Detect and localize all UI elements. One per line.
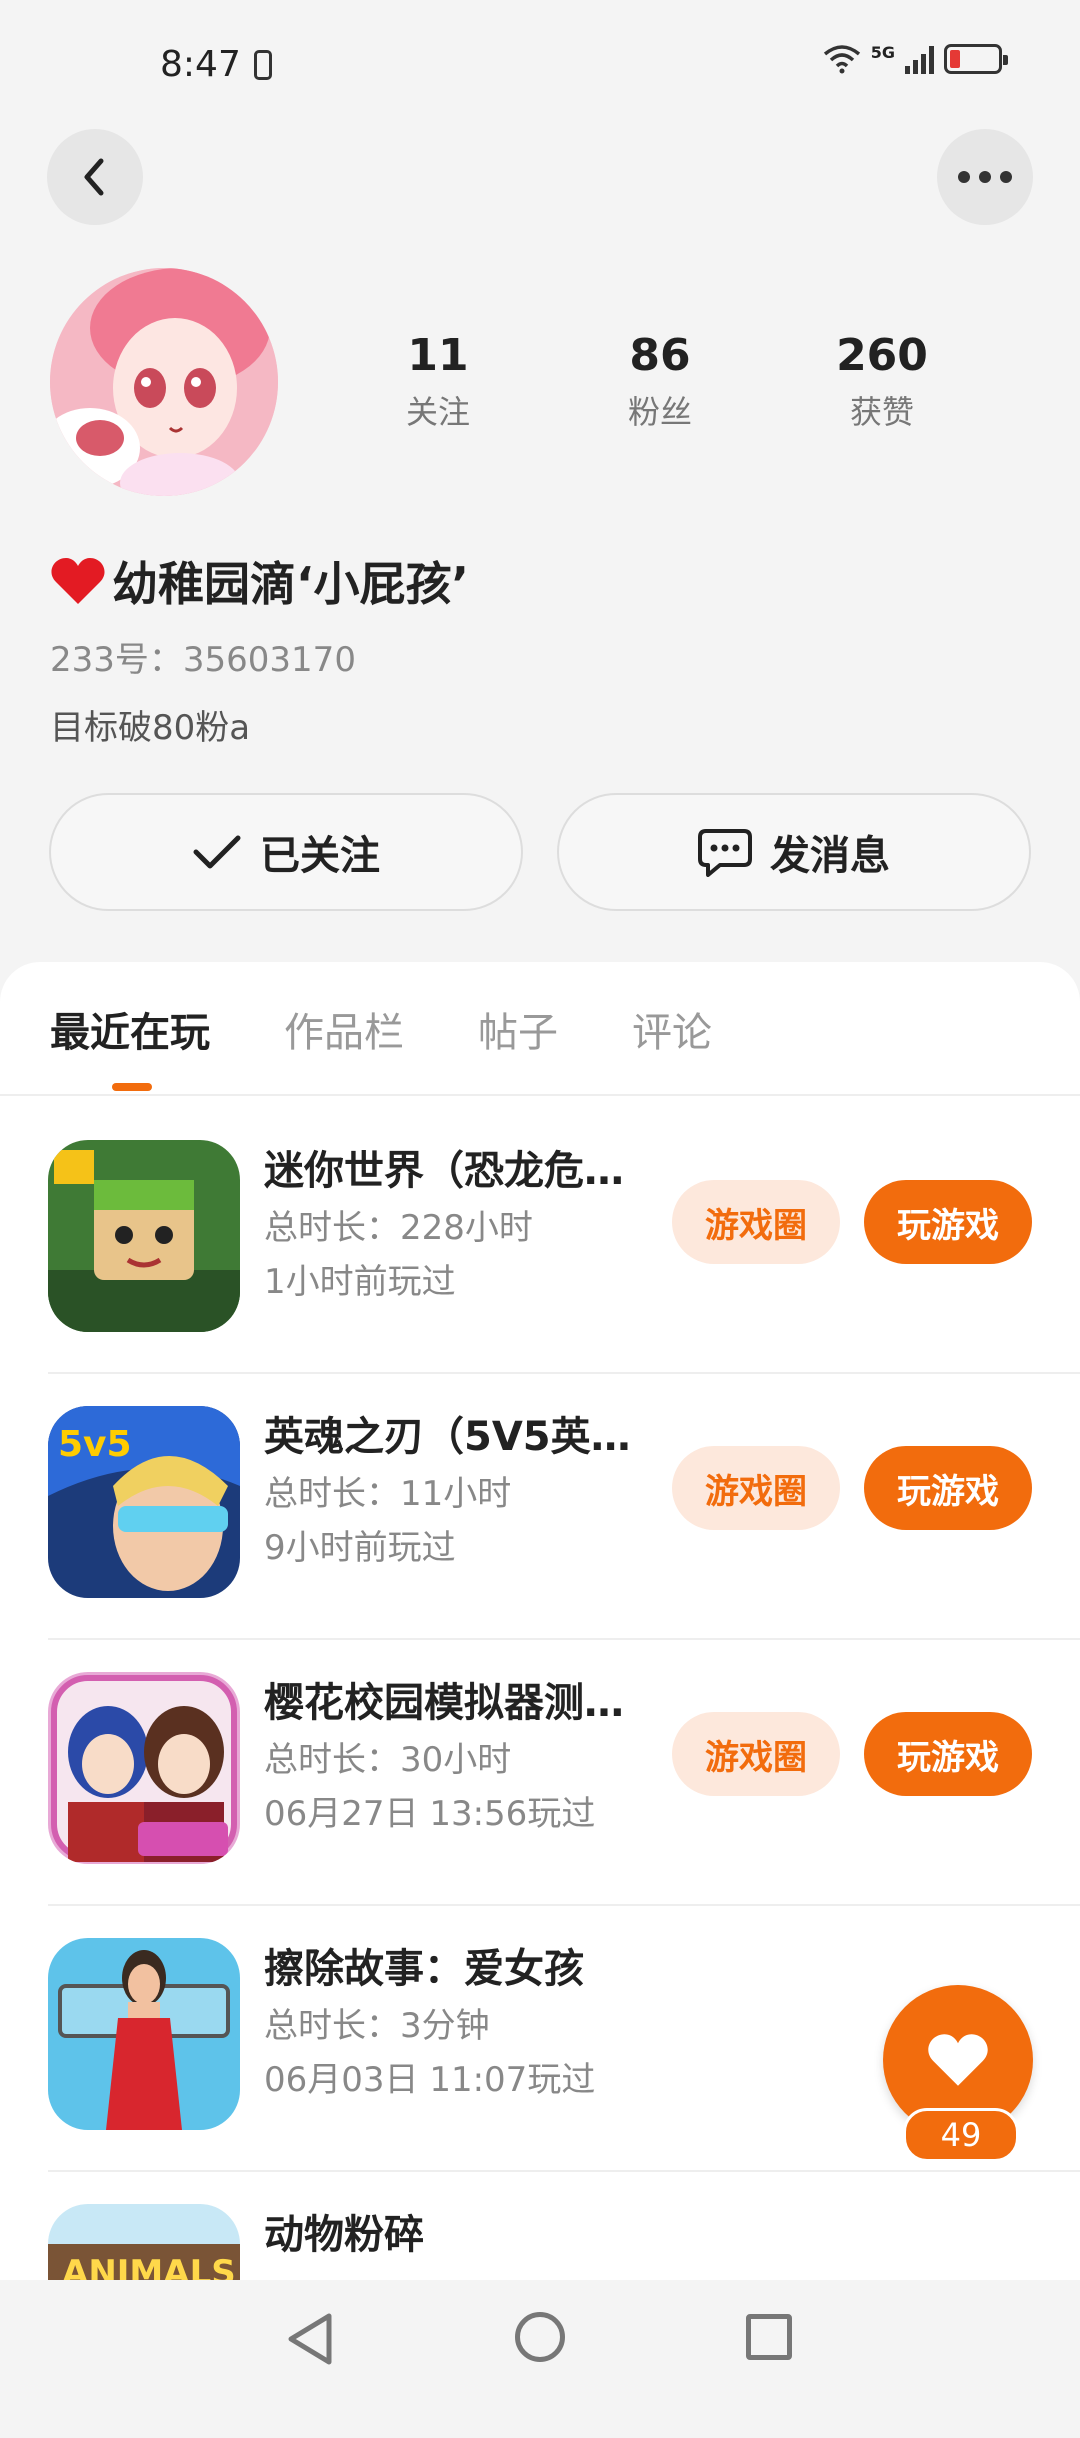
game-title: 英魂之刃（5V5英… (264, 1414, 631, 1460)
game-icon: 5v5 (48, 1406, 240, 1598)
followed-label: 已关注 (260, 833, 380, 879)
game-circle-button[interactable]: 游戏圈 (672, 1180, 840, 1264)
message-button[interactable]: 发消息 (557, 793, 1031, 911)
chat-bubble-icon (698, 829, 752, 877)
user-id: 233号：35603170 (50, 640, 356, 680)
game-title: 迷你世界（恐龙危… (264, 1148, 624, 1194)
wifi-icon (823, 45, 860, 74)
game-circle-button[interactable]: 游戏圈 (672, 1712, 840, 1796)
battery-icon (944, 44, 1008, 74)
tab-comments[interactable]: 评论 (632, 1000, 712, 1058)
tab-works[interactable]: 作品栏 (284, 1000, 404, 1058)
play-game-button[interactable]: 玩游戏 (864, 1180, 1032, 1264)
tab-recently-played[interactable]: 最近在玩 (50, 1000, 210, 1058)
message-label: 发消息 (770, 833, 890, 879)
following-count: 11 (407, 330, 469, 381)
stat-followers[interactable]: 86 粉丝 (570, 330, 750, 433)
nickname-text: 幼稚园滴‘小屁孩’ (112, 557, 469, 611)
tab-divider (0, 1094, 1080, 1096)
game-circle-button[interactable]: 游戏圈 (672, 1446, 840, 1530)
play-duration: 总时长：3分钟 (264, 2006, 490, 2046)
last-played: 06月03日 11:07玩过 (264, 2060, 596, 2100)
nav-back-icon[interactable] (285, 2312, 335, 2366)
play-duration: 总时长：228小时 (264, 1208, 533, 1248)
back-button[interactable] (47, 129, 143, 225)
like-count-badge: 49 (903, 2108, 1019, 2162)
game-title: 动物粉碎 (264, 2212, 424, 2258)
status-time: 8:47 (160, 44, 241, 85)
nickname: 幼稚园滴‘小屁孩’ (50, 548, 469, 614)
svg-text:5v5: 5v5 (58, 1424, 132, 1465)
nav-home-icon[interactable] (515, 2312, 565, 2362)
more-button[interactable] (937, 129, 1033, 225)
last-played: 1小时前玩过 (264, 1262, 456, 1302)
bio: 目标破80粉a (50, 708, 251, 748)
following-label: 关注 (405, 393, 470, 431)
nav-recents-icon[interactable] (746, 2314, 792, 2360)
avatar[interactable] (50, 268, 278, 496)
followers-count: 86 (629, 330, 691, 381)
likes-label: 获赞 (849, 393, 914, 431)
check-icon (193, 835, 241, 869)
game-icon (48, 1672, 240, 1864)
signal-icon (905, 44, 934, 74)
heart-icon (51, 558, 105, 604)
tab-bar: 最近在玩 作品栏 帖子 评论 (50, 1000, 786, 1058)
status-icons: 5G (823, 42, 1008, 74)
chevron-left-icon (84, 158, 104, 196)
heart-icon (928, 2034, 988, 2086)
avatar-image (50, 268, 278, 496)
game-title: 擦除故事：爱女孩 (264, 1946, 584, 1992)
phone-icon (254, 50, 272, 80)
followers-label: 粉丝 (627, 393, 692, 431)
list-item[interactable]: 5v5 英魂之刃（5V5英… 总时长：11小时 9小时前玩过 游戏圈 玩游戏 (0, 1374, 1080, 1640)
followed-button[interactable]: 已关注 (49, 793, 523, 911)
play-duration: 总时长：11小时 (264, 1474, 512, 1514)
play-duration: 总时长：30小时 (264, 1740, 512, 1780)
play-game-button[interactable]: 玩游戏 (864, 1712, 1032, 1796)
stat-likes[interactable]: 260 获赞 (792, 330, 972, 433)
last-played: 9小时前玩过 (264, 1528, 456, 1568)
network-type: 5G (870, 42, 895, 62)
more-dots-icon (958, 171, 1012, 183)
game-title: 樱花校园模拟器测… (264, 1680, 624, 1726)
list-item[interactable]: 樱花校园模拟器测… 总时长：30小时 06月27日 13:56玩过 游戏圈 玩游… (0, 1640, 1080, 1906)
last-played: 06月27日 13:56玩过 (264, 1794, 596, 1834)
tab-indicator (112, 1083, 152, 1091)
likes-count: 260 (836, 330, 928, 381)
list-item[interactable]: 迷你世界（恐龙危… 总时长：228小时 1小时前玩过 游戏圈 玩游戏 (0, 1108, 1080, 1374)
stat-following[interactable]: 11 关注 (348, 330, 528, 433)
play-game-button[interactable]: 玩游戏 (864, 1446, 1032, 1530)
game-icon (48, 1938, 240, 2130)
tab-posts[interactable]: 帖子 (478, 1000, 558, 1058)
game-icon (48, 1140, 240, 1332)
